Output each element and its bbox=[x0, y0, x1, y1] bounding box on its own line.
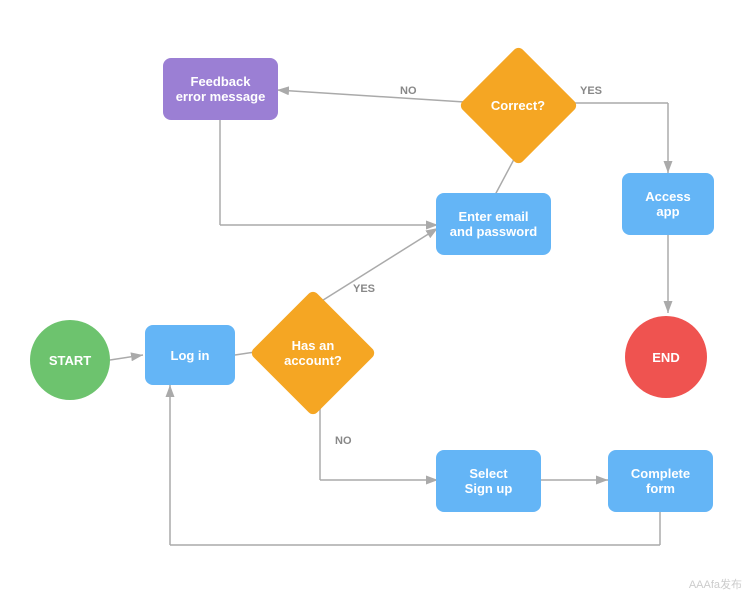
login-node: Log in bbox=[145, 325, 235, 385]
start-label: START bbox=[49, 353, 91, 368]
feedback-label: Feedback error message bbox=[176, 74, 266, 104]
watermark: AAAfa发布 bbox=[689, 576, 742, 592]
flowchart: YES NO YES NO START Log in Has anaccount… bbox=[0, 0, 750, 600]
label-no-has-account: NO bbox=[335, 435, 352, 447]
complete-form-label: Complete form bbox=[631, 466, 690, 496]
correct-node: Correct? bbox=[468, 55, 568, 155]
enter-email-label: Enter email and password bbox=[450, 209, 537, 239]
label-yes-has-account: YES bbox=[353, 283, 375, 295]
label-yes-correct: YES bbox=[580, 85, 602, 97]
select-signup-label: Select Sign up bbox=[465, 466, 513, 496]
access-app-node: Access app bbox=[622, 173, 714, 235]
complete-form-node: Complete form bbox=[608, 450, 713, 512]
select-signup-node: Select Sign up bbox=[436, 450, 541, 512]
feedback-node: Feedback error message bbox=[163, 58, 278, 120]
has-account-label: Has anaccount? bbox=[284, 338, 342, 368]
access-app-label: Access app bbox=[645, 189, 691, 219]
label-no-correct: NO bbox=[400, 85, 417, 97]
login-label: Log in bbox=[171, 348, 210, 363]
end-node: END bbox=[625, 316, 707, 398]
start-node: START bbox=[30, 320, 110, 400]
end-label: END bbox=[652, 350, 679, 365]
enter-email-node: Enter email and password bbox=[436, 193, 551, 255]
has-account-node: Has anaccount? bbox=[258, 298, 368, 408]
correct-label: Correct? bbox=[491, 98, 545, 113]
